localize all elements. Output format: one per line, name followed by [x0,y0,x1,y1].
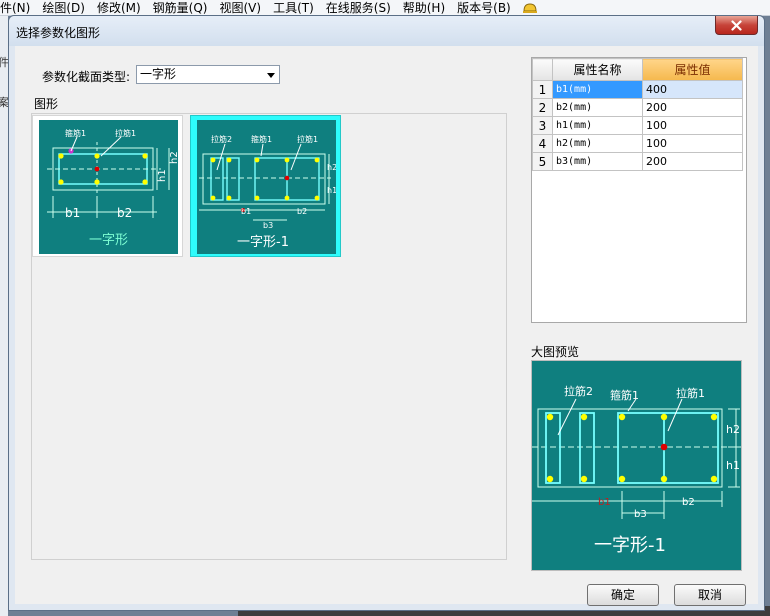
dialog-titlebar[interactable]: 选择参数化图形 [9,16,764,46]
property-name: b3(mm) [552,152,643,171]
property-name-header[interactable]: 属性名称 [552,58,643,81]
h1-label: h1 [327,186,336,195]
large-preview: 拉筋2 箍筋1 拉筋1 h2 h1 b1 b2 b3 一字形-1 [531,360,742,571]
b3-label: b3 [263,221,273,230]
property-value-cell[interactable]: 400 [642,80,743,99]
tie1-label: 拉筋1 [676,386,705,400]
row-number: 4 [532,134,553,153]
shape-thumbnail-yizixing[interactable]: 箍筋1 拉筋1 h1 h2 b1 b2 一字形 [32,115,183,257]
menu-tools[interactable]: 工具(T) [273,1,320,15]
dialog-title: 选择参数化图形 [16,26,101,40]
menu-version[interactable]: 版本号(B) [457,1,517,15]
dropdown-arrow-icon [267,73,275,78]
h2-label: h2 [726,423,740,436]
shape-caption: 一字形 [89,233,128,248]
close-button[interactable] [715,16,758,35]
property-row[interactable]: 4 h2(mm) 100 [532,134,743,153]
property-value-cell[interactable]: 100 [642,134,743,153]
h2-label: h2 [327,163,336,172]
select-parametric-shape-dialog: 选择参数化图形 参数化截面类型: 一字形 图形 箍筋1 拉筋1 h1 h2 b1… [8,15,765,611]
section-type-label: 参数化截面类型: [42,70,131,84]
helmet-icon [522,2,537,13]
row-number: 2 [532,98,553,117]
section-type-value: 一字形 [140,67,177,81]
menu-help[interactable]: 帮助(H) [403,1,451,15]
property-value-header[interactable]: 属性值 [642,58,743,81]
preview-drawing: 拉筋2 箍筋1 拉筋1 h2 h1 b1 b2 b3 一字形-1 [532,361,741,570]
row-number-header [532,58,553,81]
row-number: 3 [532,116,553,135]
menu-rebar-quantity[interactable]: 钢筋量(Q) [153,1,214,15]
shape-caption: 一字形-1 [237,235,289,250]
hoop-label: 箍筋1 [610,388,639,402]
property-grid: 属性名称 属性值 1 b1(mm) 400 2 b2(mm) 200 3 h1(… [531,57,747,323]
section-type-dropdown[interactable]: 一字形 [136,65,280,84]
preview-label: 大图预览 [531,345,580,359]
close-icon [731,19,742,31]
menu-modify[interactable]: 修改(M) [97,1,147,15]
tie-label: 拉筋1 [115,128,136,138]
property-header-row: 属性名称 属性值 [532,58,743,81]
preview-caption: 一字形-1 [594,535,666,556]
menu-online-service[interactable]: 在线服务(S) [326,1,397,15]
app-menubar: 件(N) 绘图(D) 修改(M) 钢筋量(Q) 视图(V) 工具(T) 在线服务… [0,0,770,16]
shape-drawing-yizixing: 箍筋1 拉筋1 h1 h2 b1 b2 一字形 [39,120,178,254]
b2-label: b2 [297,207,307,216]
shapes-group-label: 图形 [34,97,59,111]
property-table: 属性名称 属性值 1 b1(mm) 400 2 b2(mm) 200 3 h1(… [532,58,743,171]
b1-label: b1 [65,206,80,220]
h2-label: h2 [169,151,178,164]
b1-label: b1 [241,207,251,216]
dialog-client-area: 参数化截面类型: 一字形 图形 箍筋1 拉筋1 h1 h2 b1 b2 一字形 … [15,46,758,606]
app-side-strip: 件 案 [0,16,9,616]
b2-label: b2 [682,497,695,508]
row-number: 1 [532,80,553,99]
property-value-cell[interactable]: 200 [642,152,743,171]
tie2-label: 拉筋2 [564,384,593,398]
cancel-button[interactable]: 取消 [674,584,746,606]
menu-file[interactable]: 件(N) [0,1,36,15]
h1-label: h1 [726,459,740,472]
property-row[interactable]: 5 b3(mm) 200 [532,152,743,171]
property-row[interactable]: 2 b2(mm) 200 [532,98,743,117]
b1-label: b1 [598,497,611,508]
b2-label: b2 [117,206,132,220]
property-value-cell[interactable]: 200 [642,98,743,117]
hoop-label: 箍筋1 [251,134,272,144]
h1-label: h1 [157,169,168,182]
property-row[interactable]: 1 b1(mm) 400 [532,80,743,99]
property-name: h1(mm) [552,116,643,135]
menu-draw[interactable]: 绘图(D) [42,1,91,15]
property-name: b2(mm) [552,98,643,117]
shape-thumbnail-yizixing-1[interactable]: 拉筋2 箍筋1 拉筋1 h2 h1 b1 b2 b3 一字形-1 [190,115,341,257]
property-value-cell[interactable]: 100 [642,116,743,135]
row-number: 5 [532,152,553,171]
tie2-label: 拉筋2 [211,134,232,144]
shapes-panel: 箍筋1 拉筋1 h1 h2 b1 b2 一字形 拉筋2 箍筋1 拉筋1 h2 h… [31,113,507,560]
b3-label: b3 [634,509,647,520]
hoop-label: 箍筋1 [65,128,86,138]
property-name: h2(mm) [552,134,643,153]
property-name: b1(mm) [552,80,643,99]
menu-view[interactable]: 视图(V) [219,1,267,15]
property-row[interactable]: 3 h1(mm) 100 [532,116,743,135]
shape-drawing-yizixing-1: 拉筋2 箍筋1 拉筋1 h2 h1 b1 b2 b3 一字形-1 [197,120,336,254]
ok-button[interactable]: 确定 [587,584,659,606]
tie1-label: 拉筋1 [297,134,318,144]
